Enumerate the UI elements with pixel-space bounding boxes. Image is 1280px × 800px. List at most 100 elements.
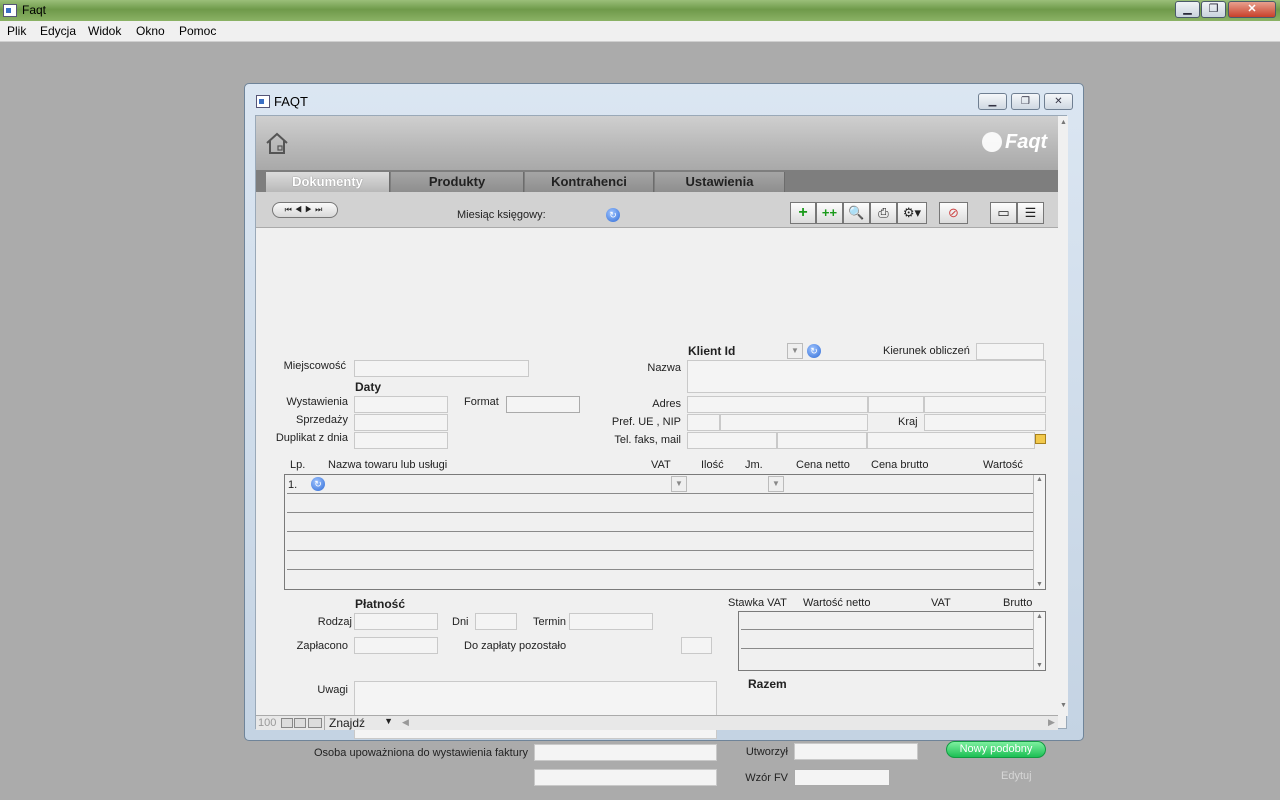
col-cena-netto: Cena netto (796, 459, 850, 471)
tab-kontrahenci[interactable]: Kontrahenci (525, 172, 654, 192)
vat-table[interactable]: ▲ ▼ (738, 611, 1046, 671)
mode-selector[interactable]: Znajdź ▼ (324, 716, 396, 730)
pref-field[interactable] (687, 414, 720, 431)
first-record-icon[interactable]: ⏮ (285, 205, 295, 214)
jm-dropdown-icon[interactable]: ▼ (768, 476, 784, 492)
add-multiple-icon[interactable]: ++ (816, 202, 843, 224)
sprzedazy-label: Sprzedaży (296, 414, 348, 426)
kierunek-label: Kierunek obliczeń (883, 345, 970, 357)
window-client: Faqt Dokumenty Produkty Kontrahenci Usta… (255, 115, 1068, 786)
platnosc-label: Płatność (355, 597, 406, 611)
nip-field[interactable] (720, 414, 868, 431)
scroll-left-icon[interactable]: ◀ (402, 717, 409, 728)
add-icon[interactable]: + (790, 202, 816, 224)
search-icon[interactable]: 🔍 (843, 202, 870, 224)
duplikat-field[interactable] (354, 432, 448, 449)
items-table[interactable]: 1. ↻ ▼ ▼ ▲ ▼ (284, 474, 1046, 590)
zoom-in-icon[interactable] (294, 718, 306, 728)
tab-dokumenty[interactable]: Dokumenty (266, 172, 390, 192)
zoom-level[interactable]: 100 (258, 717, 276, 729)
restore-button[interactable]: ❐ (1201, 1, 1226, 18)
mail-field[interactable] (867, 432, 1035, 449)
adres-street-field[interactable] (687, 396, 868, 413)
table-row (741, 629, 1033, 630)
col-nazwa: Nazwa towaru lub usługi (328, 459, 448, 471)
menu-plik[interactable]: Plik (7, 24, 26, 38)
tel-field[interactable] (687, 432, 777, 449)
adres-postcode-field[interactable] (868, 396, 924, 413)
termin-field[interactable] (569, 613, 653, 630)
uwagi-field[interactable] (354, 681, 717, 739)
tab-produkty[interactable]: Produkty (391, 172, 524, 192)
form-view-icon[interactable]: ▭ (990, 202, 1017, 224)
scroll-right-icon[interactable]: ▶ (1048, 717, 1055, 728)
toolbar: ⏮◀▶⏭ Miesiąc księgowy: ↻ + ++ 🔍 ⎙ ⚙▾ ⊘ ▭… (256, 192, 1058, 228)
status-toolbar-icon[interactable] (308, 718, 322, 728)
miejscowosc-field[interactable] (354, 360, 529, 377)
edytuj-link[interactable]: Edytuj (1001, 770, 1032, 782)
wzor-label: Wzór FV (745, 772, 788, 784)
prev-record-icon[interactable]: ◀ (295, 205, 305, 214)
form-vscrollbar[interactable]: ▲ ▼ (1058, 116, 1068, 716)
format-field[interactable] (506, 396, 580, 413)
window-minimize-button[interactable]: ▁ (978, 93, 1007, 110)
rodzaj-field[interactable] (354, 613, 438, 630)
next-record-icon[interactable]: ▶ (305, 205, 315, 214)
kierunek-field[interactable] (976, 343, 1044, 360)
home-icon[interactable] (265, 132, 289, 154)
zoom-out-icon[interactable] (281, 718, 293, 728)
vat-col-vat: VAT (931, 597, 951, 609)
sprzedazy-field[interactable] (354, 414, 448, 431)
nazwa-field[interactable] (687, 360, 1046, 393)
daty-label: Daty (355, 380, 382, 394)
dni-field[interactable] (475, 613, 517, 630)
col-jm: Jm. (745, 459, 763, 471)
wzor-field[interactable] (794, 769, 890, 786)
termin-label: Termin (533, 616, 567, 628)
adres-city-field[interactable] (924, 396, 1046, 413)
osoba-label: Osoba upoważniona do wystawienia faktury (314, 747, 529, 759)
col-vat: VAT (651, 459, 671, 471)
menu-widok[interactable]: Widok (88, 24, 121, 38)
logo-icon (982, 132, 1002, 152)
miesiac-label: Miesiąc księgowy: (457, 209, 546, 221)
menu-pomoc[interactable]: Pomoc (179, 24, 216, 38)
window-icon (256, 95, 270, 108)
items-scrollbar[interactable]: ▲ ▼ (1033, 475, 1045, 589)
zaplacono-field[interactable] (354, 637, 438, 654)
list-view-icon[interactable]: ☰ (1017, 202, 1044, 224)
kraj-field[interactable] (924, 414, 1046, 431)
klient-refresh-icon[interactable]: ↻ (807, 344, 821, 358)
close-button[interactable]: ✕ (1228, 1, 1276, 18)
wystawienia-label: Wystawienia (286, 396, 348, 408)
tab-ustawienia[interactable]: Ustawienia (655, 172, 785, 192)
menu-edycja[interactable]: Edycja (40, 24, 76, 38)
klient-id-label: Klient Id (688, 344, 736, 358)
utworzyl-field[interactable] (794, 743, 918, 760)
window-restore-button[interactable]: ❐ (1011, 93, 1040, 110)
faks-field[interactable] (777, 432, 867, 449)
osoba-field[interactable] (534, 744, 717, 761)
item-refresh-icon[interactable]: ↻ (311, 477, 325, 491)
window-close-button[interactable]: ✕ (1044, 93, 1073, 110)
miesiac-refresh-icon[interactable]: ↻ (606, 208, 620, 222)
adres-label: Adres (652, 398, 681, 410)
uwagi-label: Uwagi (317, 684, 348, 696)
cancel-icon[interactable]: ⊘ (939, 202, 968, 224)
wystawienia-field[interactable] (354, 396, 448, 413)
klient-dropdown-icon[interactable]: ▼ (787, 343, 803, 359)
record-navigator[interactable]: ⏮◀▶⏭ (272, 202, 338, 218)
print-icon[interactable]: ⎙ (870, 202, 897, 224)
nowy-podobny-button[interactable]: Nowy podobny (946, 741, 1046, 758)
do-zaplaty-field[interactable] (681, 637, 712, 654)
gear-icon[interactable]: ⚙▾ (897, 202, 927, 224)
table-row (287, 550, 1033, 551)
mail-icon[interactable] (1035, 434, 1046, 444)
menu-okno[interactable]: Okno (136, 24, 165, 38)
vat-dropdown-icon[interactable]: ▼ (671, 476, 687, 492)
table-row (287, 569, 1033, 570)
vat-scrollbar[interactable]: ▲ ▼ (1033, 612, 1045, 670)
osoba-field-2[interactable] (534, 769, 717, 786)
minimize-button[interactable]: ▁ (1175, 1, 1200, 18)
last-record-icon[interactable]: ⏭ (315, 205, 325, 214)
